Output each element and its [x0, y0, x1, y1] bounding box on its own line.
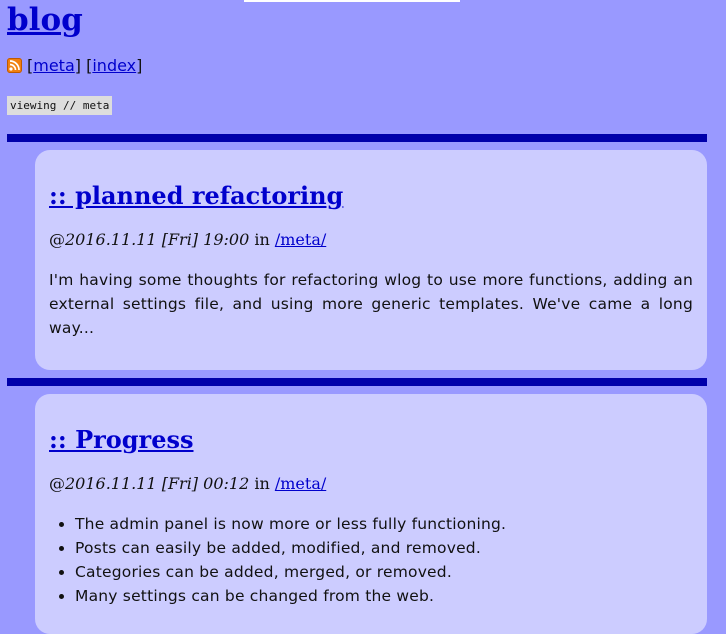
post-at-sign: @	[49, 230, 65, 249]
bracket-close: ]	[74, 56, 82, 75]
post-title: :: Progress	[49, 424, 194, 456]
post-divider	[7, 134, 707, 142]
post-category-link[interactable]: /meta/	[275, 230, 326, 249]
post-date: 2016.11.11 [Fri] 19:00	[65, 230, 250, 249]
post-category-link[interactable]: /meta/	[275, 474, 326, 493]
post-meta: @2016.11.11 [Fri] 19:00 in /meta/	[49, 229, 326, 251]
nav-links: [meta] [index]	[7, 55, 142, 77]
rss-feed-icon[interactable]	[7, 57, 22, 73]
list-item: Categories can be added, merged, or remo…	[75, 560, 693, 584]
list-item: The admin panel is now more or less full…	[75, 512, 693, 536]
site-title-link[interactable]: blog	[7, 2, 83, 38]
bracket-close: ]	[136, 56, 143, 75]
top-edge-strip	[244, 0, 460, 2]
post-in-word: in	[254, 474, 270, 493]
post-title: :: planned refactoring	[49, 180, 343, 212]
post-meta: @2016.11.11 [Fri] 00:12 in /meta/	[49, 473, 326, 495]
post-body: I'm having some thoughts for refactoring…	[49, 271, 693, 337]
post-title-link[interactable]: :: Progress	[49, 425, 194, 454]
post-card: :: Progress @2016.11.11 [Fri] 00:12 in /…	[35, 394, 707, 634]
post-divider	[7, 378, 707, 386]
site-title: blog	[7, 0, 83, 42]
post-card: :: planned refactoring @2016.11.11 [Fri]…	[35, 150, 707, 370]
post-in-word: in	[254, 230, 270, 249]
list-item: Posts can easily be added, modified, and…	[75, 536, 693, 560]
post-title-link[interactable]: :: planned refactoring	[49, 181, 343, 210]
meta-link[interactable]: meta	[33, 55, 75, 77]
list-item: Many settings can be changed from the we…	[75, 584, 693, 608]
post-bullet-list: The admin panel is now more or less full…	[49, 512, 693, 608]
viewing-badge: viewing // meta	[7, 96, 113, 115]
post-date: 2016.11.11 [Fri] 00:12	[65, 474, 250, 493]
post-at-sign: @	[49, 474, 65, 493]
index-link[interactable]: index	[92, 55, 136, 77]
